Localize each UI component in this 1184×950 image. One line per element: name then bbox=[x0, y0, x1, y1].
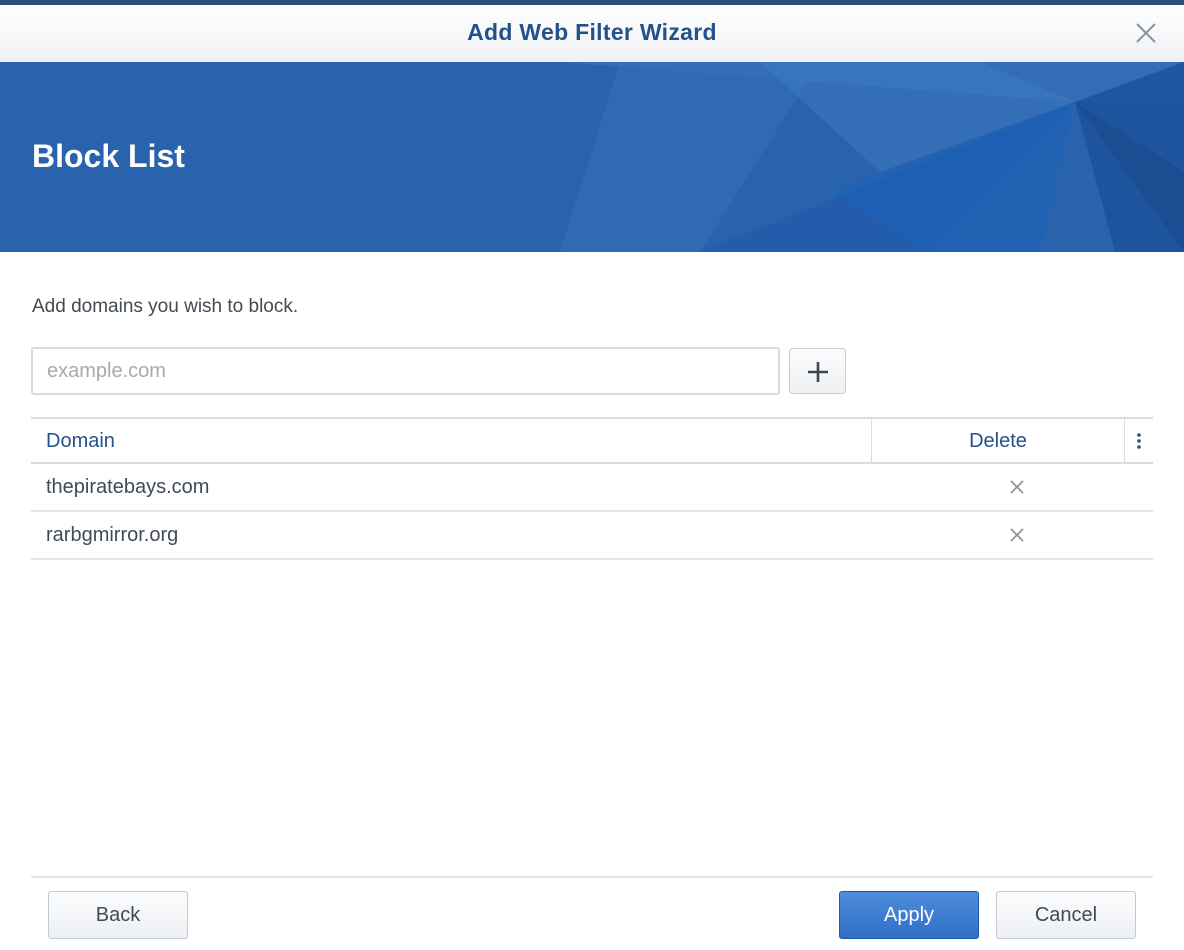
row-domain: thepiratebays.com bbox=[46, 476, 210, 498]
table-header: Domain Delete bbox=[31, 417, 1153, 464]
block-list-table: Domain Delete thepiratebays.com rarbgmir… bbox=[31, 417, 1153, 560]
delete-x-icon[interactable] bbox=[1006, 524, 1028, 546]
apply-button[interactable]: Apply bbox=[839, 891, 979, 939]
column-menu-icon[interactable] bbox=[1125, 429, 1153, 453]
domain-input[interactable] bbox=[31, 347, 780, 395]
cancel-button[interactable]: Cancel bbox=[996, 891, 1136, 939]
back-button[interactable]: Back bbox=[48, 891, 188, 939]
plus-icon bbox=[808, 362, 828, 382]
delete-x-icon[interactable] bbox=[1006, 476, 1028, 498]
column-header-delete[interactable]: Delete bbox=[872, 430, 1124, 453]
row-domain: rarbgmirror.org bbox=[46, 524, 179, 546]
window-title: Add Web Filter Wizard bbox=[467, 19, 717, 45]
close-icon[interactable] bbox=[1134, 21, 1158, 45]
table-row[interactable]: rarbgmirror.org bbox=[31, 512, 1153, 560]
footer-divider bbox=[31, 876, 1153, 878]
table-row[interactable]: thepiratebays.com bbox=[31, 464, 1153, 512]
instruction-text: Add domains you wish to block. bbox=[32, 296, 299, 317]
add-domain-button[interactable] bbox=[789, 348, 846, 394]
banner-title: Block List bbox=[32, 138, 185, 174]
title-bar: Add Web Filter Wizard bbox=[0, 5, 1184, 62]
wizard-banner: Block List bbox=[0, 62, 1184, 252]
column-header-domain[interactable]: Domain bbox=[46, 430, 115, 453]
